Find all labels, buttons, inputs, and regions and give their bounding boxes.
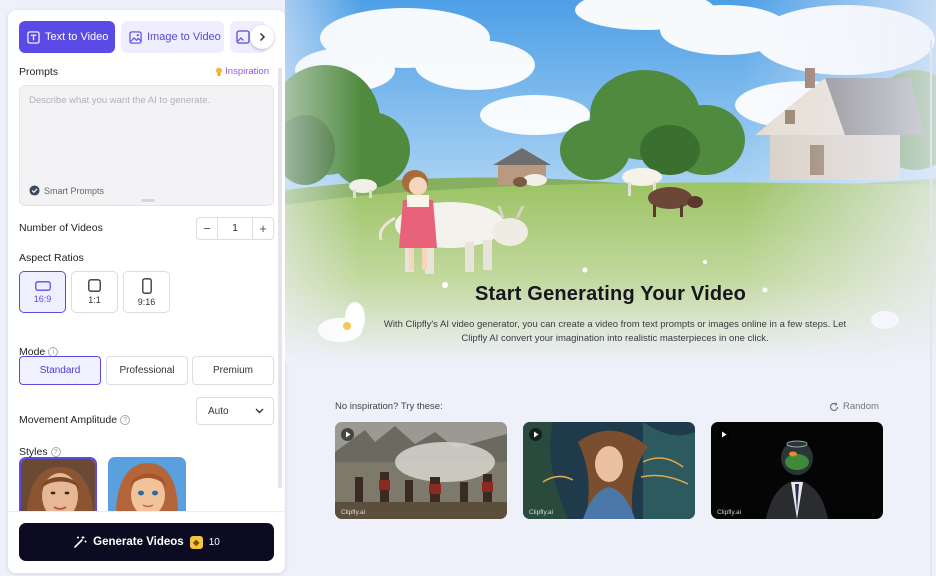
info-icon[interactable]: ?: [120, 415, 131, 425]
generate-videos-button[interactable]: Generate Videos ◆ 10: [19, 523, 274, 561]
inspiration-video-card[interactable]: Clipfly.ai: [711, 422, 883, 519]
aspect-ratio-label: 9:16: [137, 296, 156, 307]
image-edit-icon: [236, 30, 250, 44]
random-button[interactable]: Random: [829, 401, 879, 412]
tab-image-to-video-label: Image to Video: [147, 31, 221, 43]
tabs-next-button[interactable]: [250, 25, 274, 49]
credit-cost: 10: [208, 536, 220, 548]
inspiration-prompt: No inspiration? Try these:: [335, 401, 443, 412]
settings-panel: Text to Video Image to Video Prompts Ins…: [8, 10, 285, 573]
page-scrollbar-track[interactable]: [930, 40, 932, 576]
info-icon[interactable]: ?: [50, 447, 61, 457]
aspect-ratios-label: Aspect Ratios: [19, 252, 84, 264]
num-videos-label: Number of Videos: [19, 222, 103, 234]
inspiration-video-card[interactable]: Clipfly.ai: [523, 422, 695, 519]
watermark: Clipfly.ai: [717, 509, 742, 516]
prompt-input[interactable]: [20, 86, 273, 176]
inspiration-video-card[interactable]: Clipfly.ai: [335, 422, 507, 519]
movement-value: Auto: [208, 405, 229, 417]
credit-coin-icon: ◆: [189, 535, 203, 549]
inspiration-link[interactable]: Inspiration: [215, 66, 269, 77]
battle-scene-thumbnail: [335, 422, 507, 519]
text-video-icon: [27, 30, 40, 44]
refresh-icon: [829, 402, 839, 411]
aspect-ratio-label: 1:1: [88, 295, 101, 305]
mode-tabs: Text to Video Image to Video: [19, 21, 277, 53]
random-label: Random: [843, 401, 879, 412]
watermark: Clipfly.ai: [341, 509, 366, 516]
play-icon: [341, 428, 354, 441]
generate-videos-label: Generate Videos: [93, 536, 184, 548]
fishbowl-head-thumbnail: [711, 422, 883, 519]
landscape-icon: [34, 280, 51, 291]
chevron-right-icon: [259, 32, 266, 42]
aspect-ratio-16-9[interactable]: 16:9: [19, 271, 66, 313]
smart-prompts-label: Smart Prompts: [44, 185, 105, 196]
inspiration-label: Inspiration: [225, 66, 269, 77]
play-icon: [717, 428, 730, 441]
movement-select[interactable]: Auto: [196, 397, 274, 425]
tab-text-to-video-label: Text to Video: [45, 31, 109, 43]
resize-handle[interactable]: [141, 199, 155, 202]
generate-footer: Generate Videos ◆ 10: [8, 511, 285, 573]
chevron-down-icon: [255, 408, 264, 414]
smart-prompts-toggle[interactable]: Smart Prompts: [29, 185, 104, 196]
hero-description: With Clipfly's AI video generator, you c…: [383, 319, 847, 344]
quantity-stepper: − 1 +: [196, 217, 274, 240]
lightbulb-icon: [216, 67, 223, 76]
tab-image-to-video[interactable]: Image to Video: [121, 21, 224, 53]
mode-premium-button[interactable]: Premium: [192, 356, 274, 385]
prompts-label: Prompts: [19, 66, 59, 78]
image-video-icon: [129, 30, 142, 44]
mode-professional-button[interactable]: Professional: [106, 356, 188, 385]
hero-banner: Start Generating Your Video With Clipfly…: [285, 0, 936, 362]
square-icon: [88, 279, 101, 292]
check-circle-icon: [29, 185, 40, 196]
movement-label-row: Movement Amplitude ?: [19, 414, 131, 426]
tab-text-to-video[interactable]: Text to Video: [19, 21, 115, 53]
hero-title: Start Generating Your Video: [474, 283, 746, 305]
increment-button[interactable]: +: [253, 218, 273, 239]
movement-label: Movement Amplitude: [19, 414, 118, 426]
prompt-box: Smart Prompts: [19, 85, 274, 206]
aspect-ratio-9-16[interactable]: 9:16: [123, 271, 170, 313]
hero-illustration: [285, 0, 936, 362]
fantasy-woman-thumbnail: [523, 422, 695, 519]
portrait-icon: [141, 277, 152, 294]
quantity-value[interactable]: 1: [217, 218, 253, 239]
aspect-ratio-label: 16:9: [33, 293, 52, 304]
aspect-ratio-1-1[interactable]: 1:1: [71, 271, 118, 313]
mode-standard-button[interactable]: Standard: [19, 356, 101, 385]
play-icon: [529, 428, 542, 441]
watermark: Clipfly.ai: [529, 509, 554, 516]
settings-scroll-area: Prompts Inspiration Smart Prompts Number…: [8, 60, 278, 520]
settings-scrollbar[interactable]: [278, 68, 282, 488]
decrement-button[interactable]: −: [197, 218, 217, 239]
magic-wand-icon: [74, 536, 87, 548]
